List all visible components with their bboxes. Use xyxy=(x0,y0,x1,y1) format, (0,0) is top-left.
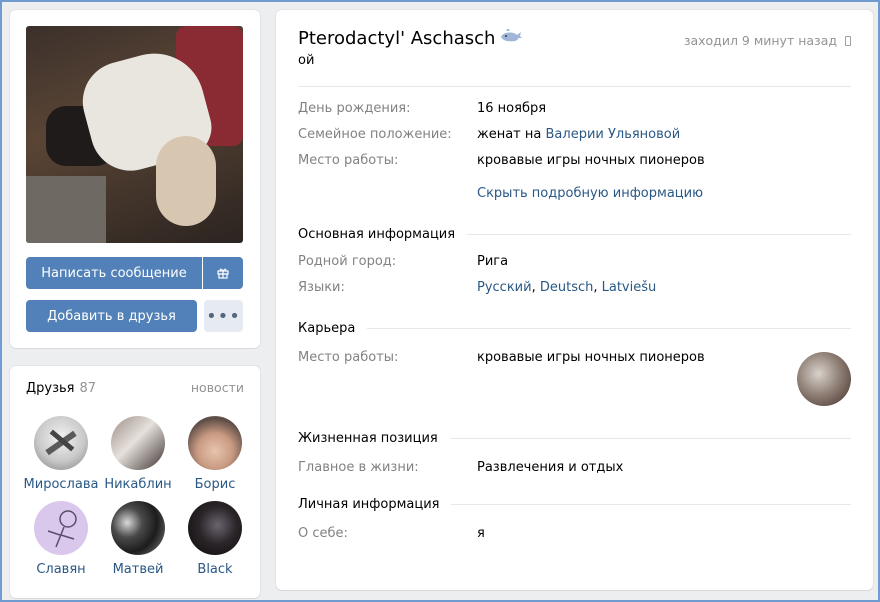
info-label: Родной город: xyxy=(298,253,397,269)
friend-name[interactable]: Никаблин xyxy=(104,477,171,492)
career-work-link[interactable]: кровавые игры ночных пионеров xyxy=(477,350,705,365)
send-message-button[interactable]: Написать сообщение xyxy=(26,257,202,289)
info-label: Языки: xyxy=(298,279,345,295)
photo-detail xyxy=(26,176,106,243)
gift-button[interactable] xyxy=(203,257,243,289)
friend-name[interactable]: Мирослава xyxy=(24,477,99,492)
section-career: Карьера xyxy=(298,318,851,338)
info-row-hometown: Родной город: Рига xyxy=(298,248,851,274)
profile-name-row: Pterodactyl' Aschasch xyxy=(298,28,523,49)
friend-avatar[interactable] xyxy=(111,416,165,470)
friend-avatar[interactable] xyxy=(34,416,88,470)
friend-item[interactable]: Мирослава xyxy=(23,416,99,492)
divider xyxy=(298,86,851,87)
friends-count: 87 xyxy=(79,381,97,396)
info-label: Место работы: xyxy=(298,349,399,365)
friends-header: Друзья 87 новости xyxy=(26,380,244,400)
friends-title-group[interactable]: Друзья 87 xyxy=(26,381,96,396)
stickman-icon xyxy=(47,510,77,548)
profile-name: Pterodactyl' Aschasch xyxy=(298,28,496,49)
friend-item[interactable]: Славян xyxy=(23,501,99,577)
last-seen-text: заходил 9 минут назад xyxy=(683,33,837,48)
info-value: женат на Валерии Ульяновой xyxy=(477,127,680,142)
language-link[interactable]: Русский xyxy=(477,280,532,295)
info-row-languages: Языки: Русский, Deutsch, Latviešu xyxy=(298,274,851,300)
friend-name[interactable]: Black xyxy=(197,562,232,577)
section-life-position: Жизненная позиция xyxy=(298,428,851,448)
friend-avatar[interactable] xyxy=(188,501,242,555)
profile-status[interactable]: ой xyxy=(298,53,523,68)
whale-icon xyxy=(499,28,523,49)
section-basic-info: Основная информация xyxy=(298,224,851,244)
friends-card: Друзья 87 новости Мирослава Никаблин Бори… xyxy=(10,366,260,598)
friends-title: Друзья xyxy=(26,381,75,396)
photo-detail xyxy=(156,136,216,226)
mobile-phone-icon xyxy=(845,35,851,46)
info-row-birthday: День рождения: 16 ноября xyxy=(298,95,851,121)
profile-header: Pterodactyl' Aschasch ой заходил 9 минут… xyxy=(298,28,851,68)
friends-grid: Мирослава Никаблин Борис Славян Матвей B… xyxy=(23,416,244,577)
more-button[interactable]: ••• xyxy=(204,300,243,332)
info-row-work: Место работы: кровавые игры ночных пионе… xyxy=(298,147,851,173)
friend-name[interactable]: Матвей xyxy=(113,562,164,577)
profile-photo-card: Написать сообщение Добавить в друзья ••• xyxy=(10,10,260,348)
info-label: День рождения: xyxy=(298,100,411,116)
partner-link[interactable]: Валерии Ульяновой xyxy=(546,127,681,142)
friend-item[interactable]: Никаблин xyxy=(100,416,176,492)
friend-name[interactable]: Славян xyxy=(36,562,85,577)
section-title: Жизненная позиция xyxy=(298,430,438,446)
birthday-link[interactable]: 16 ноября xyxy=(477,101,546,116)
friend-name[interactable]: Борис xyxy=(195,477,236,492)
language-link[interactable]: Deutsch xyxy=(540,280,594,295)
language-link[interactable]: Latviešu xyxy=(602,280,657,295)
section-divider xyxy=(449,437,851,439)
about-value: я xyxy=(477,525,485,541)
friends-news-link[interactable]: новости xyxy=(191,380,244,395)
left-column: Написать сообщение Добавить в друзья •••… xyxy=(10,10,260,598)
section-divider xyxy=(467,233,851,235)
gift-icon xyxy=(217,268,229,279)
info-row-about: О себе: я xyxy=(298,520,851,546)
friend-item[interactable]: Black xyxy=(177,501,253,577)
section-divider xyxy=(367,327,851,329)
friend-avatar[interactable] xyxy=(188,416,242,470)
info-label: Главное в жизни: xyxy=(298,459,419,475)
section-divider xyxy=(451,503,851,505)
languages-list: Русский, Deutsch, Latviešu xyxy=(477,279,657,295)
work-link[interactable]: кровавые игры ночных пионеров xyxy=(477,153,705,168)
friend-actions: Добавить в друзья ••• xyxy=(26,300,243,332)
info-label: Семейное положение: xyxy=(298,126,452,142)
profile-info-card: Pterodactyl' Aschasch ой заходил 9 минут… xyxy=(276,10,873,590)
info-row-main-in-life: Главное в жизни: Развлечения и отдых xyxy=(298,454,851,480)
profile-photo[interactable] xyxy=(26,26,243,243)
section-personal-info: Личная информация xyxy=(298,494,851,514)
relationship-prefix: женат на xyxy=(477,126,542,142)
info-row-relationship: Семейное положение: женат на Валерии Уль… xyxy=(298,121,851,147)
career-item: Место работы: кровавые игры ночных пионе… xyxy=(298,344,851,428)
info-label: О себе: xyxy=(298,525,348,541)
career-group-avatar[interactable] xyxy=(797,352,851,406)
section-title: Личная информация xyxy=(298,496,440,512)
main-in-life-link[interactable]: Развлечения и отдых xyxy=(477,460,623,475)
friend-item[interactable]: Борис xyxy=(177,416,253,492)
friend-item[interactable]: Матвей xyxy=(100,501,176,577)
last-seen: заходил 9 минут назад xyxy=(684,33,851,48)
message-actions: Написать сообщение xyxy=(26,257,243,289)
section-title: Карьера xyxy=(298,320,356,336)
hide-details-link[interactable]: Скрыть подробную информацию xyxy=(477,186,851,204)
info-label: Место работы: xyxy=(298,152,399,168)
section-title: Основная информация xyxy=(298,226,456,242)
add-friend-button[interactable]: Добавить в друзья xyxy=(26,300,197,332)
friend-avatar[interactable] xyxy=(34,501,88,555)
hometown-link[interactable]: Рига xyxy=(477,254,508,269)
info-row-career-work: Место работы: кровавые игры ночных пионе… xyxy=(298,344,851,370)
friend-avatar[interactable] xyxy=(111,501,165,555)
